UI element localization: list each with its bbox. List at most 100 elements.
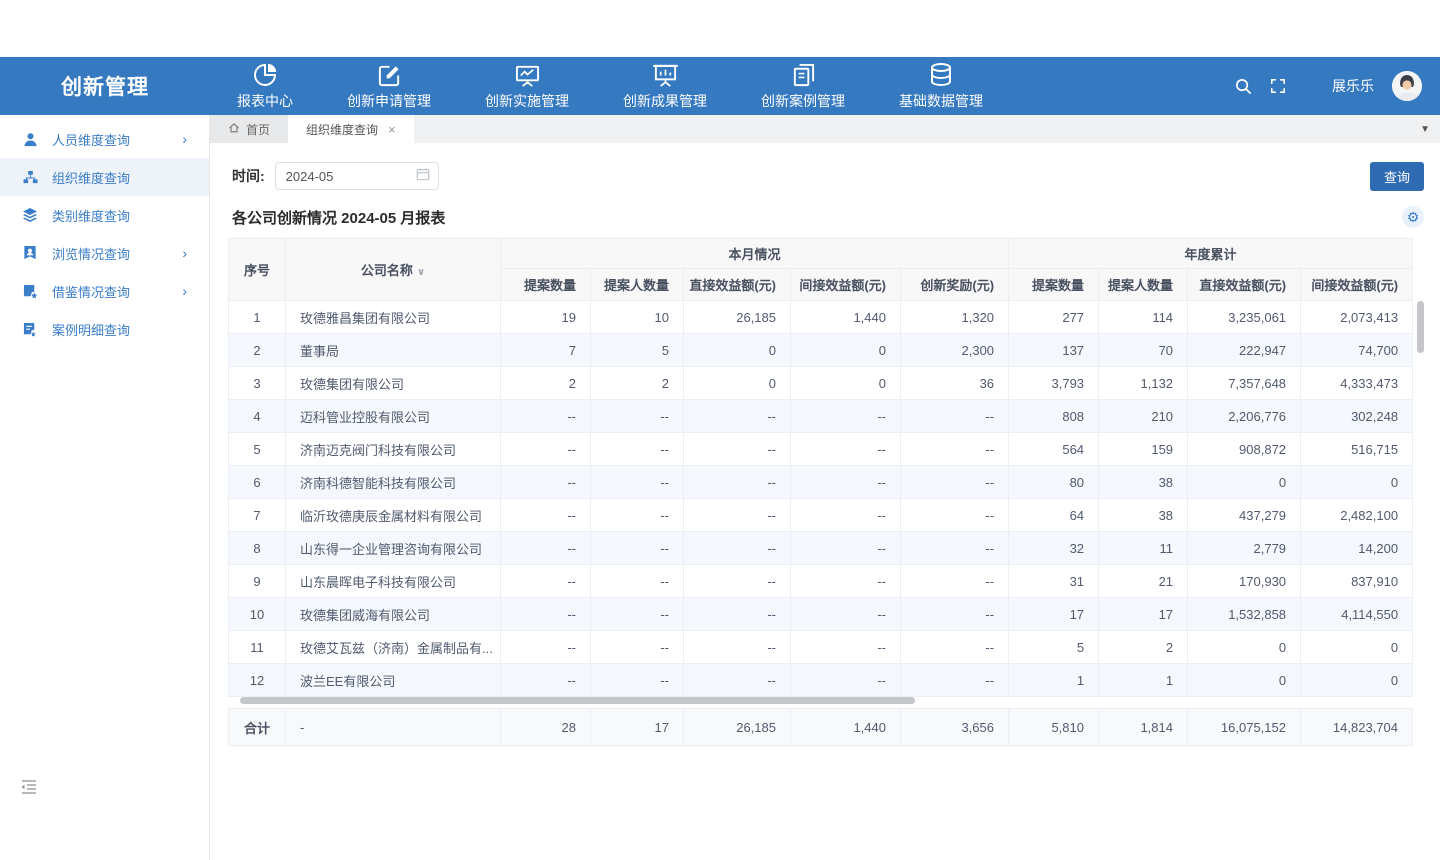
total-value: 1,814	[1099, 709, 1188, 746]
vertical-scrollbar[interactable]	[1417, 301, 1424, 353]
cell-value: 7	[501, 334, 591, 367]
sidebar: 人员维度查询›组织维度查询类别维度查询浏览情况查询›借鉴情况查询›案例明细查询	[0, 115, 210, 860]
tab-home[interactable]: 首页	[210, 115, 288, 143]
cell-value: --	[684, 499, 791, 532]
cell-company: 波兰EE有限公司	[286, 664, 501, 697]
sidebar-item-doc-star[interactable]: 借鉴情况查询›	[0, 272, 209, 310]
cell-value: --	[684, 565, 791, 598]
cell-value: 516,715	[1301, 433, 1413, 466]
filter-bar: 时间: 2024-05 查询	[232, 162, 1424, 190]
doc-detail-icon	[22, 321, 38, 337]
nav-item-documents[interactable]: 创新案例管理	[734, 57, 872, 115]
cell-value: 0	[684, 334, 791, 367]
nav-item-label: 报表中心	[237, 91, 293, 111]
total-company: -	[286, 709, 501, 746]
cell-value: 1	[1099, 664, 1188, 697]
total-row: 合计-281726,1851,4403,6565,8101,81416,075,…	[229, 709, 1413, 746]
cell-seq: 11	[229, 631, 286, 664]
time-value: 2024-05	[286, 169, 416, 184]
org-chart-icon	[22, 169, 38, 185]
layers-icon	[22, 207, 38, 223]
cell-company: 临沂玫德庚辰金属材料有限公司	[286, 499, 501, 532]
cell-value: 5	[591, 334, 684, 367]
cell-value: --	[501, 598, 591, 631]
group-header-year: 年度累计	[1009, 239, 1413, 269]
cell-value: 5	[1009, 631, 1099, 664]
cell-value: --	[501, 400, 591, 433]
sidebar-item-org-chart[interactable]: 组织维度查询	[0, 158, 209, 196]
search-icon[interactable]	[1235, 78, 1252, 95]
cell-value: 7,357,648	[1188, 367, 1301, 400]
presentation-bars-icon	[652, 62, 679, 88]
table-row: 12波兰EE有限公司----------1100	[229, 664, 1413, 697]
query-button[interactable]: 查询	[1370, 162, 1424, 191]
cell-value: --	[591, 631, 684, 664]
col-header-company[interactable]: 公司名称∨	[286, 239, 501, 301]
avatar[interactable]	[1392, 71, 1422, 101]
cell-seq: 5	[229, 433, 286, 466]
header-actions: 展乐乐	[1235, 57, 1422, 115]
table-row: 11玫德艾瓦兹（济南）金属制品有...----------5200	[229, 631, 1413, 664]
time-input[interactable]: 2024-05	[275, 162, 439, 190]
cell-value: --	[591, 400, 684, 433]
cell-value: --	[901, 532, 1009, 565]
sidebar-collapse-button[interactable]	[20, 779, 38, 795]
cell-value: 159	[1099, 433, 1188, 466]
cell-seq: 8	[229, 532, 286, 565]
cell-value: 808	[1009, 400, 1099, 433]
home-icon	[228, 122, 240, 137]
total-value: 28	[501, 709, 591, 746]
nav-item-edit[interactable]: 创新申请管理	[320, 57, 458, 115]
sidebar-item-label: 人员维度查询	[52, 130, 130, 149]
edit-icon	[377, 62, 402, 88]
close-icon[interactable]: ×	[388, 122, 396, 137]
cell-seq: 1	[229, 301, 286, 334]
col-header: 创新奖励(元)	[901, 269, 1009, 301]
cell-value: 4,114,550	[1301, 598, 1413, 631]
nav-item-presentation-bars[interactable]: 创新成果管理	[596, 57, 734, 115]
cell-company: 济南科德智能科技有限公司	[286, 466, 501, 499]
report-title-row: 各公司创新情况 2024-05 月报表 ⚙	[232, 206, 1424, 228]
sidebar-item-layers[interactable]: 类别维度查询	[0, 196, 209, 234]
nav-item-database[interactable]: 基础数据管理	[872, 57, 1010, 115]
nav-item-pie-chart[interactable]: 报表中心	[210, 57, 320, 115]
fullscreen-icon[interactable]	[1270, 78, 1286, 94]
table-row: 6济南科德智能科技有限公司----------803800	[229, 466, 1413, 499]
cell-value: --	[684, 400, 791, 433]
cell-value: 1,440	[791, 301, 901, 334]
cell-value: --	[901, 466, 1009, 499]
badge-person-icon	[22, 245, 38, 261]
tab-dropdown-caret-icon[interactable]: ▼	[1420, 115, 1430, 143]
gear-icon[interactable]: ⚙	[1402, 206, 1424, 228]
sidebar-item-badge-person[interactable]: 浏览情况查询›	[0, 234, 209, 272]
nav-item-label: 创新实施管理	[485, 91, 569, 111]
cell-value: 38	[1099, 499, 1188, 532]
cell-value: 137	[1009, 334, 1099, 367]
cell-value: 210	[1099, 400, 1188, 433]
sidebar-item-person[interactable]: 人员维度查询›	[0, 120, 209, 158]
cell-value: 0	[1188, 664, 1301, 697]
sidebar-item-doc-detail[interactable]: 案例明细查询	[0, 310, 209, 348]
table-row: 2董事局75002,30013770222,94774,700	[229, 334, 1413, 367]
horizontal-scrollbar[interactable]	[240, 697, 915, 704]
cell-value: --	[501, 466, 591, 499]
cell-value: --	[901, 433, 1009, 466]
tab-org-query[interactable]: 组织维度查询 ×	[288, 115, 414, 143]
nav-item-presentation-line[interactable]: 创新实施管理	[458, 57, 596, 115]
cell-seq: 7	[229, 499, 286, 532]
cell-value: --	[901, 499, 1009, 532]
report-table: 序号 公司名称∨ 本月情况 年度累计 提案数量提案人数量直接效益额(元)间接效益…	[228, 238, 1413, 697]
group-header-month: 本月情况	[501, 239, 1009, 269]
table-row: 9山东晨晖电子科技有限公司----------3121170,930837,91…	[229, 565, 1413, 598]
username[interactable]: 展乐乐	[1332, 76, 1374, 96]
cell-value: 0	[1188, 631, 1301, 664]
app-header: 创新管理 报表中心创新申请管理创新实施管理创新成果管理创新案例管理基础数据管理 …	[0, 57, 1440, 115]
total-value: 5,810	[1009, 709, 1099, 746]
cell-value: --	[684, 466, 791, 499]
cell-company: 济南迈克阀门科技有限公司	[286, 433, 501, 466]
table-row: 3玫德集团有限公司2200363,7931,1327,357,6484,333,…	[229, 367, 1413, 400]
report-title: 各公司创新情况 2024-05 月报表	[232, 207, 445, 228]
cell-value: 2,073,413	[1301, 301, 1413, 334]
cell-value: 3,793	[1009, 367, 1099, 400]
col-header: 提案人数量	[1099, 269, 1188, 301]
